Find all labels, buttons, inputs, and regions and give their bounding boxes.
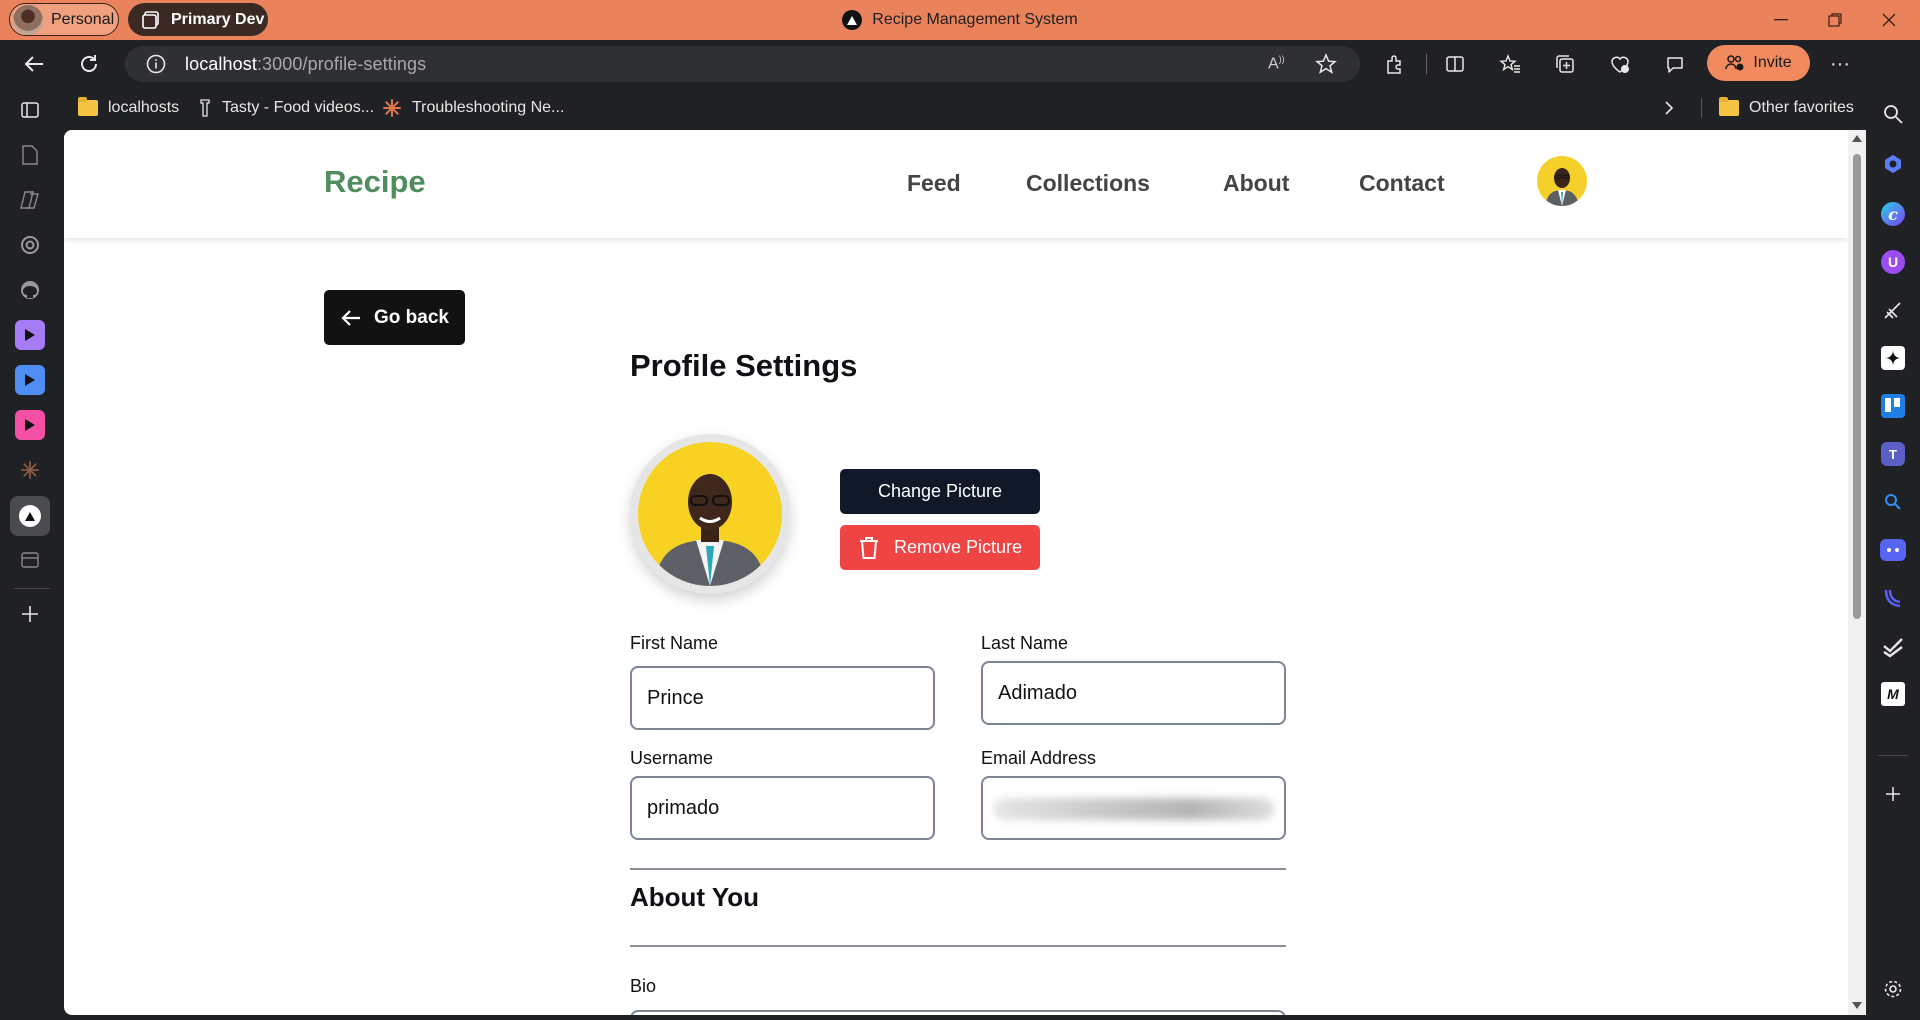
remove-picture-button[interactable]: Remove Picture <box>840 525 1040 570</box>
go-back-button[interactable]: Go back <box>324 290 465 345</box>
page-viewport: Recipe Feed Collections About Contact Go… <box>64 130 1848 1015</box>
discord-icon[interactable] <box>1879 536 1907 564</box>
address-bar[interactable]: localhost:3000/profile-settings A)) <box>125 46 1360 82</box>
site-navbar: Recipe Feed Collections About Contact <box>64 130 1848 238</box>
add-sidebar-app-icon[interactable] <box>1879 780 1907 808</box>
email-label: Email Address <box>981 748 1097 768</box>
group-add-icon <box>1725 55 1744 71</box>
username-field[interactable]: primado <box>630 776 935 840</box>
copilot-sidebar-icon[interactable] <box>1879 150 1907 178</box>
edge-sidebar: c U T M <box>1866 40 1920 1020</box>
new-tab-icon[interactable] <box>14 598 46 630</box>
nav-feed[interactable]: Feed <box>907 170 961 197</box>
bookmark-other-favorites[interactable]: Other favorites <box>1719 88 1854 128</box>
claude-tab-icon[interactable] <box>14 454 46 486</box>
first-name-label: First Name <box>630 633 719 653</box>
username-label: Username <box>630 748 714 768</box>
extensions-icon[interactable] <box>1377 46 1413 82</box>
nav-contact[interactable]: Contact <box>1359 170 1445 197</box>
trello-icon[interactable] <box>1879 392 1907 420</box>
page-tab-icon[interactable] <box>14 139 46 171</box>
claude-icon <box>383 99 401 117</box>
split-screen-icon[interactable] <box>1437 46 1473 82</box>
window-title: Recipe Management System <box>0 0 1920 40</box>
video-tab-purple-icon[interactable] <box>14 319 46 351</box>
bing-search-icon[interactable] <box>1879 488 1907 516</box>
feedback-icon[interactable] <box>1657 46 1693 82</box>
bookmark-tasty[interactable]: Tasty - Food videos... <box>198 88 374 128</box>
back-icon[interactable] <box>16 46 52 82</box>
restore-icon[interactable] <box>1808 0 1862 40</box>
trash-icon <box>859 536 878 559</box>
bookmark-troubleshooting[interactable]: Troubleshooting Ne... <box>382 88 564 128</box>
folder-icon <box>1719 97 1739 116</box>
more-icon[interactable]: ··· <box>1822 46 1858 82</box>
collapsed-tab-icon[interactable] <box>14 544 46 576</box>
title-bar: Personal Primary Dev Recipe Management S… <box>0 0 1920 40</box>
first-name-field[interactable]: Prince <box>630 666 935 730</box>
bookmark-localhosts[interactable]: localhosts <box>78 88 179 128</box>
section-divider <box>630 868 1286 870</box>
checkmark-app-icon[interactable] <box>1879 632 1907 660</box>
copilot-tab-icon[interactable] <box>14 184 46 216</box>
tasty-icon <box>200 99 210 117</box>
sidebar-search-icon[interactable] <box>1879 100 1907 128</box>
last-name-label: Last Name <box>981 633 1069 653</box>
vertical-tabs-sidebar <box>0 88 64 1020</box>
page-title: Profile Settings <box>630 348 858 383</box>
gemini-icon[interactable] <box>1879 344 1907 372</box>
linear-icon[interactable] <box>1879 584 1907 612</box>
arrow-left-icon <box>341 309 360 326</box>
brand-logo[interactable]: Recipe <box>324 164 426 200</box>
minimize-icon[interactable] <box>1754 0 1808 40</box>
bookmarks-bar: localhosts Tasty - Food videos... Troubl… <box>64 88 1859 128</box>
recipe-tab-active-icon[interactable] <box>10 496 50 536</box>
canva-icon[interactable]: c <box>1879 200 1907 228</box>
quill-icon[interactable] <box>1879 296 1907 324</box>
tab-actions-icon[interactable] <box>14 94 46 126</box>
teams-icon[interactable]: T <box>1879 440 1907 468</box>
page-scrollbar[interactable] <box>1848 130 1866 1015</box>
chatgpt-tab-icon[interactable] <box>14 229 46 261</box>
profile-picture <box>630 434 790 594</box>
bio-label: Bio <box>630 976 657 996</box>
collections-icon[interactable] <box>1547 46 1583 82</box>
scroll-up-icon[interactable] <box>1852 135 1862 142</box>
video-tab-pink-icon[interactable] <box>14 409 46 441</box>
refresh-icon[interactable] <box>71 46 107 82</box>
sidebar-settings-icon[interactable] <box>1879 975 1907 1003</box>
user-avatar[interactable] <box>1537 156 1587 206</box>
close-icon[interactable] <box>1862 0 1916 40</box>
scroll-down-icon[interactable] <box>1852 1002 1862 1009</box>
bookmarks-overflow-icon[interactable] <box>1664 88 1674 128</box>
site-favicon-icon <box>842 10 863 30</box>
email-field[interactable] <box>981 776 1286 840</box>
site-info-icon[interactable] <box>145 53 167 80</box>
last-name-field[interactable]: Adimado <box>981 661 1286 725</box>
favorites-icon[interactable] <box>1492 46 1528 82</box>
invite-button[interactable]: Invite <box>1707 45 1810 81</box>
medium-icon[interactable]: M <box>1879 680 1907 708</box>
notion-u-icon[interactable]: U <box>1879 248 1907 276</box>
url-text: localhost:3000/profile-settings <box>185 54 427 74</box>
redacted-email <box>993 798 1274 820</box>
video-tab-blue-icon[interactable] <box>14 364 46 396</box>
section-divider <box>630 945 1286 947</box>
github-tab-icon[interactable] <box>14 274 46 306</box>
about-you-title: About You <box>630 882 760 912</box>
favorite-star-icon[interactable] <box>1315 53 1337 80</box>
change-picture-button[interactable]: Change Picture <box>840 469 1040 514</box>
nav-about[interactable]: About <box>1223 170 1289 197</box>
nav-collections[interactable]: Collections <box>1026 170 1150 197</box>
folder-icon <box>78 97 98 116</box>
browser-essentials-icon[interactable] <box>1602 46 1638 82</box>
scrollbar-thumb[interactable] <box>1853 154 1861 619</box>
bio-textarea[interactable] <box>630 1010 1286 1015</box>
read-aloud-icon[interactable]: A)) <box>1268 54 1285 73</box>
browser-toolbar: localhost:3000/profile-settings A)) Invi… <box>0 40 1920 88</box>
